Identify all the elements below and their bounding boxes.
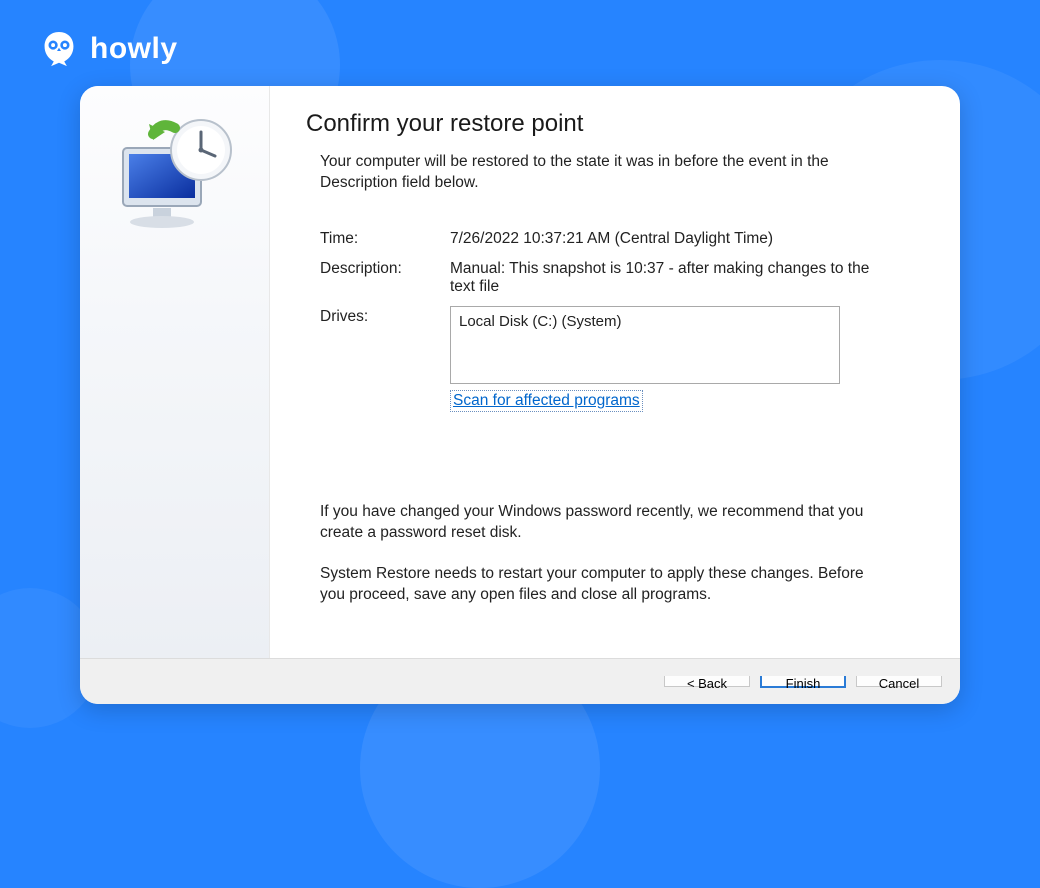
drives-row: Drives: Local Disk (C:) (System) Scan fo…: [320, 308, 924, 412]
description-row: Description: Manual: This snapshot is 10…: [320, 260, 924, 296]
cancel-button[interactable]: Cancel: [856, 676, 942, 687]
dialog-sidebar: [80, 86, 270, 658]
brand-name: howly: [90, 32, 178, 66]
back-button[interactable]: < Back: [664, 676, 750, 687]
drives-label: Drives:: [320, 308, 450, 412]
time-label: Time:: [320, 230, 450, 248]
description-label: Description:: [320, 260, 450, 296]
finish-button[interactable]: Finish: [760, 676, 846, 688]
drives-item: Local Disk (C:) (System): [459, 313, 622, 330]
dialog-content: Confirm your restore point Your computer…: [270, 86, 960, 658]
restart-note: System Restore needs to restart your com…: [320, 564, 866, 606]
time-value: 7/26/2022 10:37:21 AM (Central Daylight …: [450, 230, 870, 248]
dialog-footer: < Back Finish Cancel: [80, 658, 960, 704]
drives-listbox[interactable]: Local Disk (C:) (System): [450, 306, 840, 384]
owl-icon: [38, 28, 80, 70]
dialog-subtitle: Your computer will be restored to the st…: [306, 152, 866, 194]
system-restore-dialog: Confirm your restore point Your computer…: [80, 86, 960, 704]
brand-logo: howly: [38, 28, 178, 70]
password-note: If you have changed your Windows passwor…: [320, 502, 866, 544]
time-row: Time: 7/26/2022 10:37:21 AM (Central Day…: [320, 230, 924, 248]
scan-affected-programs-link[interactable]: Scan for affected programs: [450, 390, 643, 412]
description-value: Manual: This snapshot is 10:37 - after m…: [450, 260, 870, 296]
dialog-title: Confirm your restore point: [306, 110, 924, 138]
system-restore-icon: [105, 110, 245, 240]
